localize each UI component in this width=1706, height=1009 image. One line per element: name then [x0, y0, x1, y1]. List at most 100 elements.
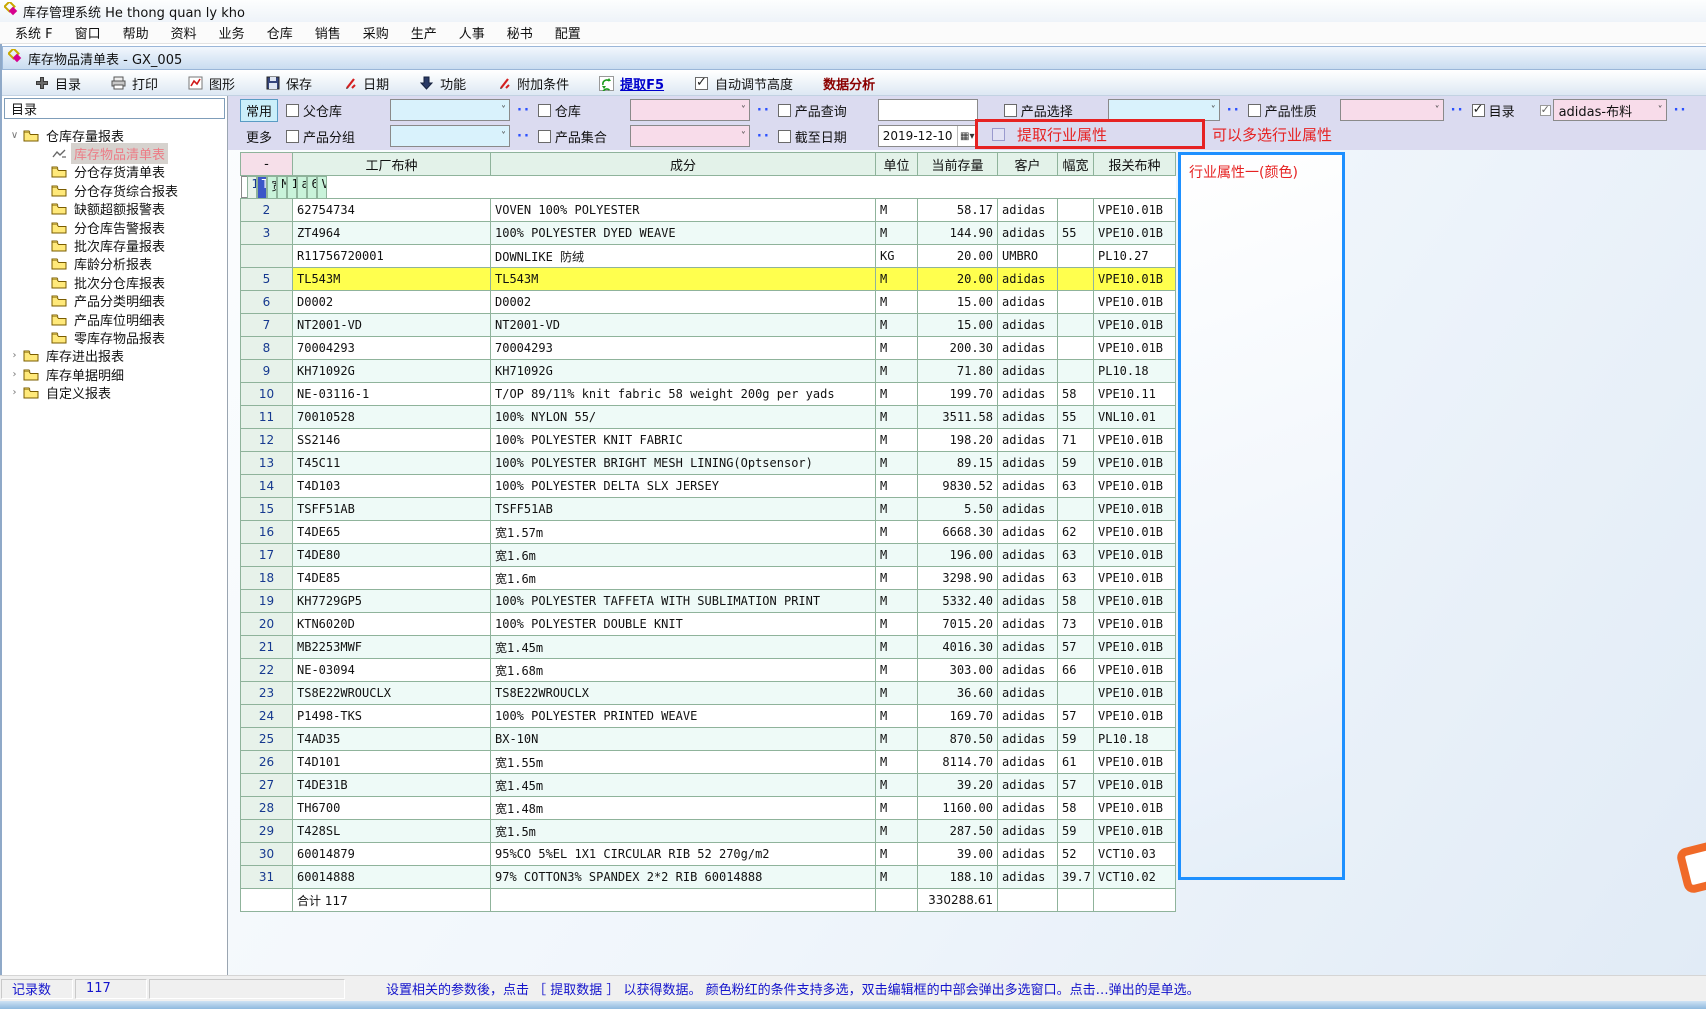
- cell-rownum[interactable]: 12: [241, 429, 293, 452]
- cell-cust[interactable]: adidas: [998, 797, 1058, 820]
- cell-width[interactable]: 57: [1058, 774, 1094, 797]
- menu-item-10[interactable]: 秘书: [496, 21, 544, 44]
- menu-item-11[interactable]: 配置: [544, 21, 592, 44]
- warehouse-select[interactable]: ˅: [630, 99, 750, 121]
- sidebar-item-1[interactable]: 库存物品清单表: [2, 144, 227, 162]
- cell-rownum[interactable]: 29: [241, 820, 293, 843]
- cell-factory[interactable]: KTN6020D: [293, 613, 491, 636]
- cell-unit[interactable]: M: [876, 843, 918, 866]
- cell-comp[interactable]: 宽1.55m: [267, 176, 277, 199]
- cell-comp[interactable]: 100% POLYESTER KNIT FABRIC: [491, 429, 876, 452]
- product-set-more-dots[interactable]: ··: [757, 129, 771, 144]
- cell-factory[interactable]: T4DE85: [293, 567, 491, 590]
- cell-unit[interactable]: M: [876, 406, 918, 429]
- menu-item-8[interactable]: 生产: [400, 21, 448, 44]
- cell-comp[interactable]: 宽1.6m: [491, 544, 876, 567]
- menu-item-6[interactable]: 销售: [304, 21, 352, 44]
- cell-customs[interactable]: PL10.18: [1094, 728, 1176, 751]
- cell-comp[interactable]: 宽1.48m: [491, 797, 876, 820]
- cell-unit[interactable]: M: [876, 728, 918, 751]
- cell-factory[interactable]: T4DE80: [293, 544, 491, 567]
- cell-unit[interactable]: M: [876, 199, 918, 222]
- cell-rownum[interactable]: 21: [241, 636, 293, 659]
- cell-factory[interactable]: T428SL: [293, 820, 491, 843]
- cell-rownum[interactable]: 1: [247, 176, 257, 199]
- cell-rownum[interactable]: 8: [241, 337, 293, 360]
- cell-unit[interactable]: M: [876, 222, 918, 245]
- cell-customs[interactable]: VCT10.03: [1094, 843, 1176, 866]
- cell-unit[interactable]: M: [876, 820, 918, 843]
- cell-width[interactable]: [1058, 199, 1094, 222]
- cell-customs[interactable]: VPE10.01B: [1094, 452, 1176, 475]
- cell-customs[interactable]: VPE10.01B: [1094, 337, 1176, 360]
- cell-cust[interactable]: adidas: [998, 705, 1058, 728]
- cell-width[interactable]: [1058, 245, 1094, 268]
- product-select-select[interactable]: ˅: [1108, 99, 1220, 121]
- cell-unit[interactable]: M: [876, 567, 918, 590]
- cell-customs[interactable]: VPE10.01B: [1094, 314, 1176, 337]
- warehouse-more-dots[interactable]: ··: [757, 103, 771, 118]
- cell-comp[interactable]: 宽1.6m: [491, 567, 876, 590]
- cell-rownum[interactable]: 3: [241, 222, 293, 245]
- cell-unit[interactable]: M: [876, 590, 918, 613]
- cell-qty[interactable]: 188.10: [918, 866, 998, 889]
- cell-unit[interactable]: M: [876, 498, 918, 521]
- cell-comp[interactable]: 宽1.5m: [491, 820, 876, 843]
- menu-item-1[interactable]: 窗口: [64, 21, 112, 44]
- sidebar-item-6[interactable]: 批次库存量报表: [2, 236, 227, 254]
- cell-factory[interactable]: KH71092G: [293, 360, 491, 383]
- cell-factory[interactable]: 62754734: [293, 199, 491, 222]
- cell-width[interactable]: 63: [1058, 475, 1094, 498]
- cell-rownum[interactable]: 23: [241, 682, 293, 705]
- cell-customs[interactable]: VPE10.01B: [1094, 751, 1176, 774]
- calendar-icon[interactable]: ▦▾: [957, 126, 977, 146]
- cell-unit[interactable]: M: [876, 521, 918, 544]
- cell-comp[interactable]: DOWNLIKE 防绒: [491, 245, 876, 268]
- cell-rownum[interactable]: 2: [241, 199, 293, 222]
- product-group-checkbox[interactable]: [286, 130, 299, 143]
- cell-rownum[interactable]: 14: [241, 475, 293, 498]
- cell-customs[interactable]: VPE10.01B: [1094, 659, 1176, 682]
- cell-width[interactable]: 63: [1058, 544, 1094, 567]
- cell-comp[interactable]: 100% NYLON 55/: [491, 406, 876, 429]
- menu-item-5[interactable]: 仓库: [256, 21, 304, 44]
- cell-rownum[interactable]: 28: [241, 797, 293, 820]
- sidebar-item-10[interactable]: 产品库位明细表: [2, 310, 227, 328]
- sidebar-item-5[interactable]: 分仓库告警报表: [2, 218, 227, 236]
- parent-warehouse-select[interactable]: ˅: [390, 99, 510, 121]
- cell-rownum[interactable]: 20: [241, 613, 293, 636]
- cell-customs[interactable]: VPE10.01B: [1094, 429, 1176, 452]
- cell-unit[interactable]: M: [876, 866, 918, 889]
- cell-width[interactable]: 59: [1058, 452, 1094, 475]
- cell-unit[interactable]: M: [876, 613, 918, 636]
- cell-unit[interactable]: M: [277, 176, 287, 199]
- cell-cust[interactable]: adidas: [998, 521, 1058, 544]
- cell-cust[interactable]: adidas: [998, 222, 1058, 245]
- cell-qty[interactable]: 169.70: [918, 705, 998, 728]
- date-button[interactable]: 日期: [342, 74, 389, 93]
- cell-unit[interactable]: M: [876, 774, 918, 797]
- cell-comp[interactable]: 100% POLYESTER BRIGHT MESH LINING(Optsen…: [491, 452, 876, 475]
- cell-width[interactable]: 55: [1058, 222, 1094, 245]
- cell-unit[interactable]: M: [876, 291, 918, 314]
- cell-comp[interactable]: TSFF51AB: [491, 498, 876, 521]
- cell-rownum[interactable]: 17: [241, 544, 293, 567]
- cell-factory[interactable]: T4D101: [293, 751, 491, 774]
- cell-qty[interactable]: 287.50: [918, 820, 998, 843]
- cell-width[interactable]: [1058, 291, 1094, 314]
- product-set-select[interactable]: ˅: [630, 125, 750, 147]
- cell-customs[interactable]: VPE10.01B: [1094, 774, 1176, 797]
- end-date-input[interactable]: 2019-12-10▦▾: [878, 125, 978, 147]
- product-query-checkbox[interactable]: [778, 104, 791, 117]
- parent-warehouse-checkbox[interactable]: [286, 104, 299, 117]
- cell-cust[interactable]: adidas: [998, 659, 1058, 682]
- cell-comp[interactable]: 宽1.45m: [491, 774, 876, 797]
- cell-qty[interactable]: 144.90: [918, 222, 998, 245]
- cell-comp[interactable]: 宽1.45m: [491, 636, 876, 659]
- cell-cust[interactable]: adidas: [998, 613, 1058, 636]
- cell-comp[interactable]: D0002: [491, 291, 876, 314]
- catalog-button[interactable]: 目录: [34, 74, 81, 93]
- expand-icon[interactable]: ›: [8, 387, 21, 398]
- cell-customs[interactable]: VPE10.01B: [1094, 544, 1176, 567]
- product-select-more-dots[interactable]: ··: [1227, 103, 1241, 118]
